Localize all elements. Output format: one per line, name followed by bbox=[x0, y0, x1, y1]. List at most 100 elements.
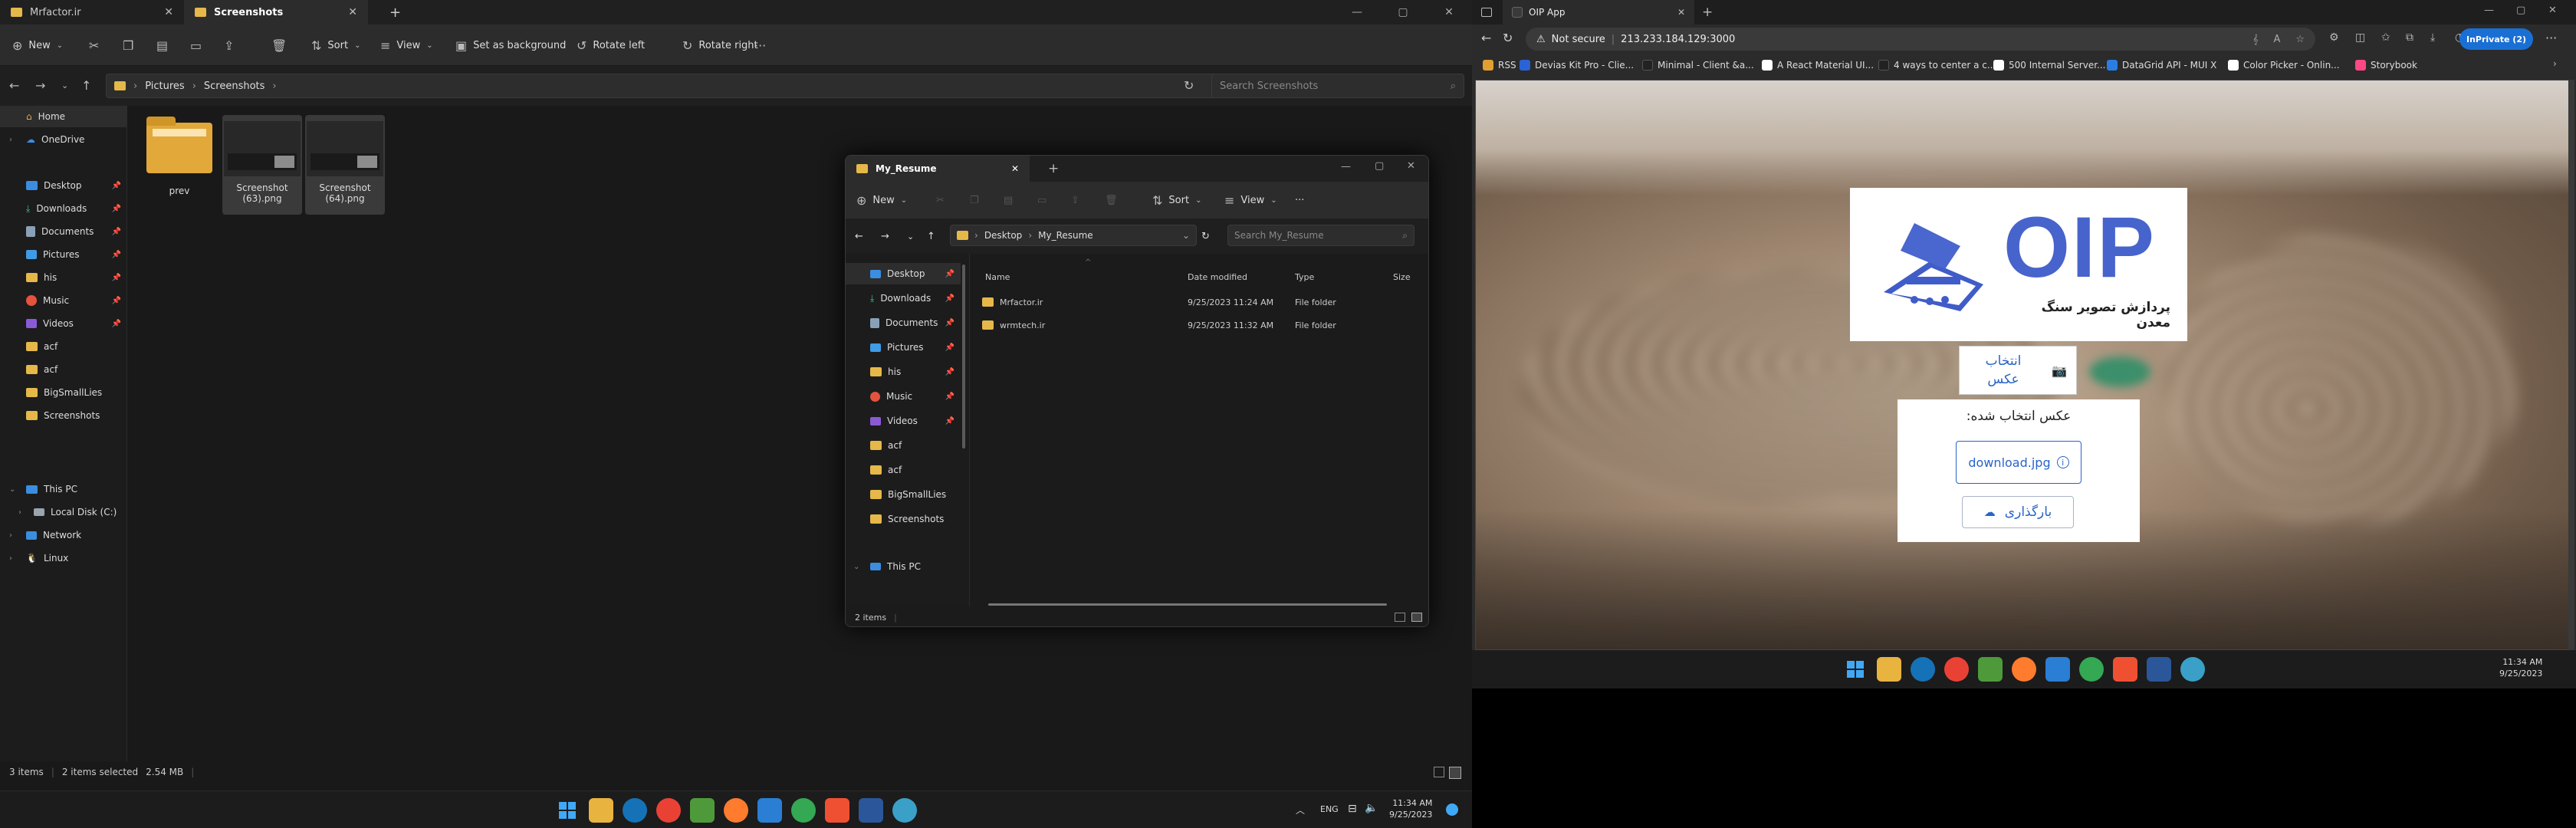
column-header-date[interactable]: Date modified bbox=[1188, 272, 1247, 282]
close-icon[interactable]: ✕ bbox=[2548, 5, 2557, 16]
select-photo-button[interactable]: انتخاب عکس 📷 bbox=[1959, 346, 2077, 395]
more-options-button[interactable]: ··· bbox=[2545, 31, 2557, 45]
info-icon[interactable]: i bbox=[2056, 456, 2069, 468]
column-header-name[interactable]: Name bbox=[985, 272, 1010, 282]
font-icon[interactable]: A bbox=[2273, 34, 2280, 45]
clock[interactable]: 11:34 AM 9/25/2023 bbox=[1389, 797, 1432, 820]
forward-button[interactable]: → bbox=[35, 74, 45, 97]
globe-icon[interactable] bbox=[892, 798, 917, 823]
file-item-prev[interactable]: prev bbox=[140, 115, 219, 215]
view-button[interactable]: ≡ View ⌄ bbox=[1224, 189, 1277, 212]
column-header-type[interactable]: Type bbox=[1295, 272, 1314, 282]
favorite-react-material[interactable]: A React Material UI... bbox=[1762, 60, 1874, 71]
vscode-icon[interactable] bbox=[2045, 657, 2070, 682]
firefox-icon[interactable] bbox=[2012, 657, 2036, 682]
favorite-star-icon[interactable]: ☆ bbox=[2295, 34, 2305, 45]
up-button[interactable]: ↑ bbox=[81, 74, 91, 97]
nav-screenshots[interactable]: Screenshots bbox=[0, 405, 127, 426]
delete-button[interactable]: 🗑 bbox=[271, 34, 287, 57]
vscode-icon[interactable] bbox=[757, 798, 782, 823]
search-input[interactable]: Search My_Resume ⌕ bbox=[1227, 225, 1414, 246]
maximize-icon[interactable]: ▢ bbox=[1380, 0, 1426, 25]
close-tab-icon[interactable]: ✕ bbox=[1677, 7, 1685, 18]
clock[interactable]: 11:34 AM 9/25/2023 bbox=[2499, 656, 2542, 679]
breadcrumb-item[interactable]: Desktop bbox=[984, 230, 1023, 241]
maximize-icon[interactable]: ▢ bbox=[2516, 5, 2525, 16]
more-options-button[interactable]: ··· bbox=[754, 34, 766, 57]
cut-button[interactable]: ✂ bbox=[936, 189, 945, 212]
tab-screenshots[interactable]: Screenshots ✕ bbox=[184, 0, 368, 25]
nav-onedrive[interactable]: › ☁ OneDrive bbox=[0, 129, 127, 150]
chrome-icon[interactable] bbox=[1944, 657, 1969, 682]
nav-music[interactable]: Music 📌 bbox=[846, 386, 961, 407]
copy-button[interactable]: ❐ bbox=[123, 34, 133, 57]
nav-pictures[interactable]: Pictures 📌 bbox=[0, 244, 127, 265]
chevron-right-icon[interactable]: › bbox=[2553, 58, 2557, 69]
forward-button[interactable]: → bbox=[881, 225, 889, 248]
nav-bigsmalllies[interactable]: BigSmallLies bbox=[846, 484, 961, 505]
breadcrumb-item[interactable]: My_Resume bbox=[1038, 230, 1093, 241]
nav-scrollbar[interactable] bbox=[962, 264, 965, 449]
nav-acf[interactable]: acf bbox=[0, 336, 127, 357]
chrome-icon[interactable] bbox=[656, 798, 681, 823]
nav-documents[interactable]: Documents 📌 bbox=[846, 312, 961, 334]
nav-acf[interactable]: acf bbox=[846, 435, 961, 456]
sort-button[interactable]: ⇅ Sort ⌄ bbox=[1152, 189, 1201, 212]
new-tab-button[interactable]: + bbox=[379, 0, 406, 25]
nav-network[interactable]: › Network bbox=[0, 524, 127, 546]
breadcrumb[interactable]: › Desktop › My_Resume ⌄ bbox=[950, 225, 1197, 246]
nav-desktop[interactable]: Desktop 📌 bbox=[0, 175, 127, 196]
start-icon[interactable] bbox=[1843, 657, 1868, 682]
split-screen-icon[interactable]: ◫ bbox=[2355, 31, 2365, 44]
nav-this-pc[interactable]: ⌄ This PC bbox=[846, 556, 961, 577]
back-button[interactable]: ← bbox=[855, 225, 863, 248]
table-row[interactable]: Mrfactor.ir 9/25/2023 11:24 AM File fold… bbox=[974, 292, 1427, 312]
address-bar[interactable]: ⚠ Not secure | 213.233.184.129:3000 𝄞 A … bbox=[1526, 28, 2315, 51]
file-item-screenshot-63[interactable]: Screenshot (63).png bbox=[222, 115, 302, 215]
downloads-icon[interactable]: ⤓ bbox=[2430, 31, 2435, 44]
rename-button[interactable]: ▭ bbox=[190, 34, 202, 57]
back-button[interactable]: ← bbox=[1481, 31, 1491, 45]
share-button[interactable]: ⇪ bbox=[224, 34, 234, 57]
tray-chevron-icon[interactable]: ︿ bbox=[1296, 803, 1305, 816]
upload-button[interactable]: ☁ بارگذاری bbox=[1962, 496, 2074, 528]
table-row[interactable]: wrmtech.ir 9/25/2023 11:32 AM File folde… bbox=[974, 315, 1427, 335]
nav-home[interactable]: ⌂ Home bbox=[0, 106, 127, 127]
inprivate-badge[interactable]: InPrivate (2) bbox=[2459, 28, 2533, 50]
column-header-size[interactable]: Size bbox=[1393, 272, 1411, 282]
favorite-rss[interactable]: RSS bbox=[1483, 60, 1516, 71]
share-button[interactable]: ⇪ bbox=[1071, 189, 1079, 212]
language-indicator[interactable]: ENG bbox=[1320, 804, 1339, 814]
breadcrumb[interactable]: › Pictures › Screenshots › ⌄ bbox=[106, 74, 1260, 98]
nav-documents[interactable]: Documents 📌 bbox=[0, 221, 127, 242]
dropdown-icon[interactable]: ⌄ bbox=[1182, 230, 1190, 241]
close-tab-icon[interactable]: ✕ bbox=[348, 6, 357, 18]
new-tab-button[interactable]: + bbox=[1702, 5, 1713, 20]
nav-pictures[interactable]: Pictures 📌 bbox=[846, 337, 961, 358]
extension-icon[interactable]: ⚙ bbox=[2329, 31, 2339, 44]
nav-screenshots[interactable]: Screenshots bbox=[846, 508, 961, 530]
delete-button[interactable]: 🗑 bbox=[1105, 189, 1118, 212]
minimize-icon[interactable]: — bbox=[1341, 161, 1351, 172]
nav-videos[interactable]: Videos 📌 bbox=[846, 410, 961, 432]
nav-downloads[interactable]: ⤓ Downloads 📌 bbox=[0, 198, 127, 219]
tab-actions-icon[interactable] bbox=[1481, 8, 1492, 17]
tiles-view-icon[interactable] bbox=[1411, 613, 1422, 622]
favorite-color-picker[interactable]: Color Picker - Onlin... bbox=[2228, 60, 2340, 71]
collections-icon[interactable]: ⧉ bbox=[2406, 31, 2413, 44]
edge-icon[interactable] bbox=[1911, 657, 1935, 682]
rename-button[interactable]: ▭ bbox=[1037, 189, 1046, 212]
file-explorer-icon[interactable] bbox=[1877, 657, 1901, 682]
chrome-alt-icon[interactable] bbox=[791, 798, 816, 823]
up-button[interactable]: ↑ bbox=[927, 225, 935, 248]
new-button[interactable]: ⊕ New ⌄ bbox=[12, 34, 63, 57]
favorite-devias[interactable]: Devias Kit Pro - Clie... bbox=[1520, 60, 1634, 71]
nav-bigsmalllies[interactable]: BigSmallLies bbox=[0, 382, 127, 403]
details-view-icon[interactable] bbox=[1395, 613, 1405, 622]
cut-button[interactable]: ✂ bbox=[89, 34, 99, 57]
recent-button[interactable]: ⌄ bbox=[61, 74, 68, 97]
nav-desktop[interactable]: Desktop 📌 bbox=[846, 263, 961, 284]
rotate-left-button[interactable]: ↺ Rotate left bbox=[577, 34, 645, 57]
start-icon[interactable] bbox=[555, 798, 580, 823]
refresh-button[interactable]: ↻ bbox=[1184, 74, 1194, 97]
